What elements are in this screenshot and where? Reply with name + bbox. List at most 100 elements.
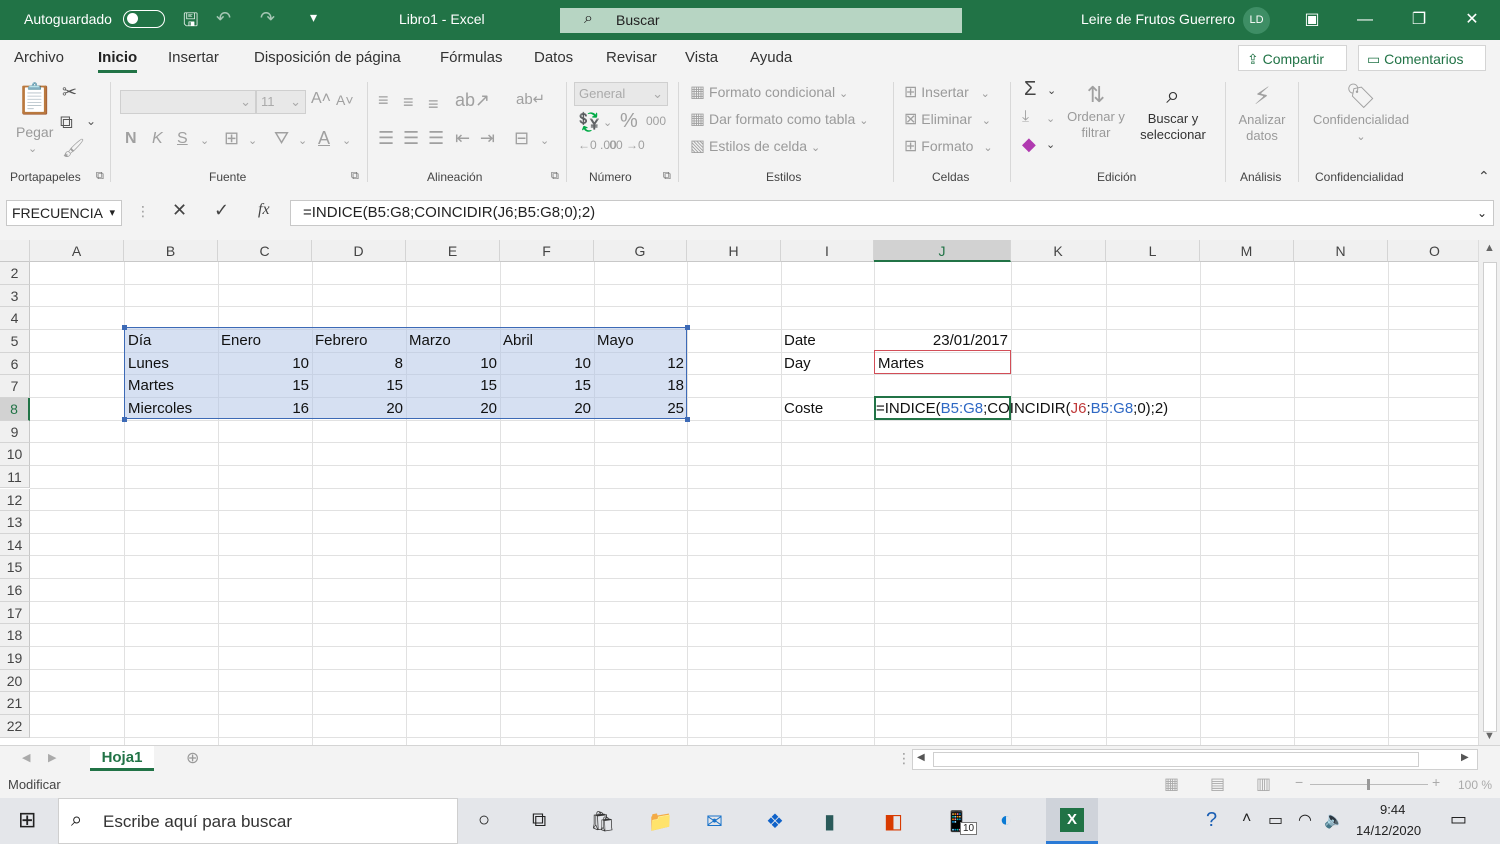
analyze-data-button[interactable]: ⚡ Analizar datos xyxy=(1232,82,1292,143)
scroll-right-icon[interactable]: ▶ xyxy=(1461,752,1469,763)
show-hidden-icons[interactable]: ˄ xyxy=(1242,810,1251,828)
fill-dropdown-icon[interactable]: ⌄ xyxy=(298,134,307,147)
decrease-decimal-icon[interactable]: .00 →0 xyxy=(606,138,645,152)
table-cell[interactable]: 20 xyxy=(406,400,497,417)
orientation-icon[interactable]: ab↗ xyxy=(455,90,490,111)
column-header-c[interactable]: C xyxy=(218,240,312,262)
row-header[interactable]: 5 xyxy=(0,329,30,353)
row-header[interactable]: 9 xyxy=(0,420,30,444)
find-select-button[interactable]: ⌕ Buscar y seleccionar xyxy=(1130,82,1216,142)
table-cell[interactable]: 10 xyxy=(406,355,497,372)
undo-icon[interactable]: ↶ xyxy=(216,8,231,29)
scroll-left-icon[interactable]: ◀ xyxy=(917,752,925,763)
font-launcher-icon[interactable]: ⧉ xyxy=(351,170,359,183)
percent-icon[interactable]: % xyxy=(620,110,638,133)
formula-input[interactable]: =INDICE(B5:G8;COINCIDIR(J6;B5:G8;0);2) ⌄ xyxy=(290,200,1494,226)
tab-inicio[interactable]: Inicio xyxy=(98,49,138,73)
excel-taskbar-button[interactable]: X xyxy=(1046,798,1098,844)
notifications-icon[interactable]: ▭ xyxy=(1450,809,1467,830)
align-top-icon[interactable]: ≡ xyxy=(378,90,389,111)
merge-dropdown-icon[interactable]: ⌄ xyxy=(540,134,549,147)
mail-icon[interactable]: ✉ xyxy=(706,809,723,834)
table-cell[interactable]: 10 xyxy=(218,355,309,372)
table-cell[interactable]: 18 xyxy=(594,377,684,394)
row-header[interactable]: 18 xyxy=(0,624,30,648)
restore-icon[interactable]: ❐ xyxy=(1404,7,1434,33)
grow-font-icon[interactable]: A˄ xyxy=(311,90,331,108)
scroll-thumb[interactable] xyxy=(1483,262,1497,732)
share-button[interactable]: ⇪ Compartir xyxy=(1238,45,1347,71)
tab-disposicion[interactable]: Disposición de página xyxy=(254,49,401,66)
table-cell[interactable]: 20 xyxy=(312,400,403,417)
clipboard-launcher-icon[interactable]: ⧉ xyxy=(96,170,104,183)
prev-sheet-icon[interactable]: ◀ xyxy=(22,751,30,764)
row-header[interactable]: 11 xyxy=(0,465,30,489)
autosum-dropdown-icon[interactable]: ⌄ xyxy=(1047,84,1056,97)
format-as-table-button[interactable]: ▦ Dar formato como tabla ⌄ xyxy=(690,109,868,129)
table-cell[interactable]: Lunes xyxy=(128,355,169,372)
table-header-cell[interactable]: Marzo xyxy=(409,332,451,349)
avatar[interactable]: LD xyxy=(1243,7,1270,34)
tab-ayuda[interactable]: Ayuda xyxy=(750,49,792,66)
volume-icon[interactable]: 🔈 xyxy=(1324,810,1344,830)
date-value-cell[interactable]: 23/01/2017 xyxy=(874,332,1008,349)
row-header[interactable]: 19 xyxy=(0,647,30,670)
currency-dropdown-icon[interactable]: ⌄ xyxy=(603,116,612,129)
row-header[interactable]: 17 xyxy=(0,601,30,625)
help-icon[interactable]: ? xyxy=(1206,809,1217,832)
row-header[interactable]: 22 xyxy=(0,715,30,738)
add-sheet-icon[interactable]: ⊕ xyxy=(186,748,199,768)
row-header[interactable]: 14 xyxy=(0,533,30,557)
collapse-ribbon-icon[interactable]: ⌃ xyxy=(1478,168,1490,185)
italic-icon[interactable]: K xyxy=(152,130,163,148)
edge-icon[interactable]: ◐ xyxy=(1000,809,1012,832)
autosum-icon[interactable]: Σ xyxy=(1024,78,1036,101)
cell-edit-formula[interactable]: =INDICE(B5:G8;COINCIDIR(J6;B5:G8;0);2) xyxy=(876,400,1168,417)
scroll-down-icon[interactable]: ▼ xyxy=(1484,730,1495,742)
task-view-icon[interactable]: ⧉ xyxy=(532,809,546,832)
column-header-l[interactable]: L xyxy=(1106,240,1200,262)
cost-label-cell[interactable]: Coste xyxy=(784,400,823,417)
number-format-dropdown[interactable]: General ⌄ xyxy=(574,82,668,106)
table-cell[interactable]: 15 xyxy=(406,377,497,394)
day-label-cell[interactable]: Day xyxy=(784,355,811,372)
table-cell[interactable]: 15 xyxy=(218,377,309,394)
table-cell[interactable]: 25 xyxy=(594,400,684,417)
tab-datos[interactable]: Datos xyxy=(534,49,573,66)
row-header[interactable]: 4 xyxy=(0,307,30,330)
ribbon-display-icon[interactable]: ▣ xyxy=(1297,7,1327,33)
table-cell[interactable]: 15 xyxy=(500,377,591,394)
date-label-cell[interactable]: Date xyxy=(784,332,816,349)
table-header-cell[interactable]: Febrero xyxy=(315,332,368,349)
borders-icon[interactable]: ⊞ xyxy=(224,128,239,149)
table-cell[interactable]: 10 xyxy=(500,355,591,372)
worksheet-grid[interactable]: A B C D E F G H I J K L M N O 2 3 4 5 6 7 8 9 10… xyxy=(0,240,1478,745)
format-cells-button[interactable]: ⊞ Formato ⌄ xyxy=(904,136,993,156)
select-all-corner[interactable] xyxy=(0,240,30,262)
align-center-icon[interactable]: ☰ xyxy=(403,128,419,149)
alignment-launcher-icon[interactable]: ⧉ xyxy=(551,170,559,183)
row-header[interactable]: 16 xyxy=(0,579,30,602)
column-header-o[interactable]: O xyxy=(1388,240,1478,262)
page-layout-icon[interactable]: ▤ xyxy=(1210,774,1225,794)
row-header[interactable]: 6 xyxy=(0,352,30,376)
tab-revisar[interactable]: Revisar xyxy=(606,49,657,66)
align-left-icon[interactable]: ☰ xyxy=(378,128,394,149)
column-header-f[interactable]: F xyxy=(500,240,594,262)
table-cell[interactable]: Miercoles xyxy=(128,400,192,417)
row-header[interactable]: 15 xyxy=(0,556,30,580)
paste-icon[interactable]: 📋 xyxy=(16,82,53,117)
row-header[interactable]: 7 xyxy=(0,375,30,398)
table-cell[interactable]: 20 xyxy=(500,400,591,417)
insert-cells-button[interactable]: ⊞ Insertar ⌄ xyxy=(904,82,990,102)
row-header[interactable]: 20 xyxy=(0,669,30,693)
column-header-g[interactable]: G xyxy=(594,240,687,262)
row-header[interactable]: 21 xyxy=(0,692,30,715)
row-header[interactable]: 2 xyxy=(0,262,30,285)
align-right-icon[interactable]: ☰ xyxy=(428,128,444,149)
comments-button[interactable]: ▭ Comentarios xyxy=(1358,45,1486,71)
battery-icon[interactable]: ▭ xyxy=(1268,810,1283,830)
column-header-e[interactable]: E xyxy=(406,240,500,262)
expand-formula-icon[interactable]: ⌄ xyxy=(1477,201,1487,225)
conditional-format-button[interactable]: ▦ Formato condicional ⌄ xyxy=(690,82,848,102)
